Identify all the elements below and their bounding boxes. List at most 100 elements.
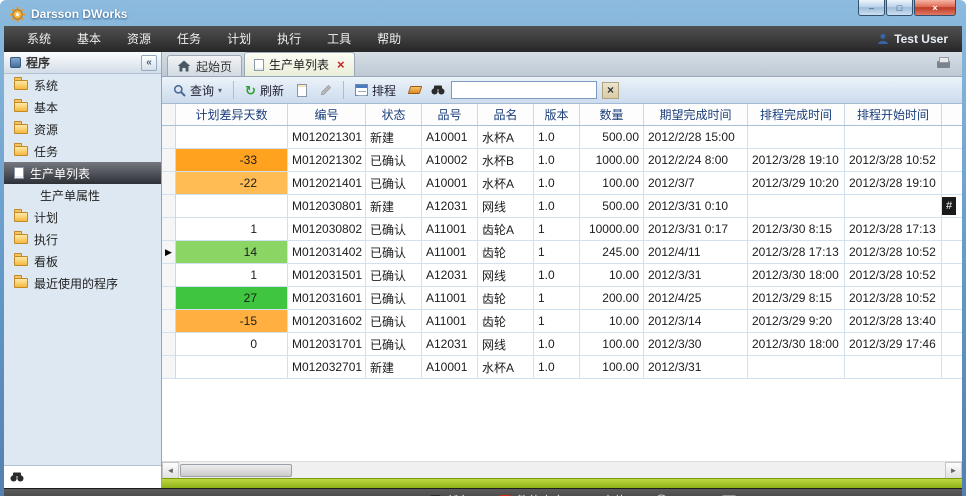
sidebar-item[interactable]: 任务 [4, 140, 161, 162]
cell-qty[interactable]: 1000.00 [580, 149, 644, 172]
cell-ver[interactable]: 1.0 [534, 264, 580, 287]
cell-end[interactable]: 2012/3/30 18:00 [748, 333, 845, 356]
cell-qty[interactable]: 500.00 [580, 195, 644, 218]
cell-status[interactable]: 已确认 [366, 241, 422, 264]
cell-code[interactable]: M012031402 [288, 241, 366, 264]
query-button[interactable]: 查询 ▾ [168, 80, 227, 101]
cell-start[interactable]: 2012/3/28 10:52 [845, 241, 942, 264]
column-header[interactable]: 品号 [422, 104, 478, 125]
cell-ver[interactable]: 1 [534, 241, 580, 264]
cell-diff[interactable]: 0 [176, 333, 288, 356]
cell-status[interactable]: 已确认 [366, 172, 422, 195]
cell-item[interactable]: A12031 [422, 195, 478, 218]
collapse-sidebar-button[interactable]: « [141, 55, 157, 71]
cell-code[interactable]: M012021301 [288, 126, 366, 149]
grid-search-input[interactable] [451, 81, 597, 99]
table-row[interactable]: 1M012031501已确认A12031网线1.010.002012/3/312… [162, 264, 962, 287]
cell-start[interactable]: 2012/3/28 10:52 [845, 149, 942, 172]
sidebar-filter-input[interactable] [29, 469, 184, 485]
sidebar-item[interactable]: 执行 [4, 228, 161, 250]
cell-expect[interactable]: 2012/3/31 [644, 356, 748, 379]
cell-diff[interactable]: 27 [176, 287, 288, 310]
menu-item[interactable]: 基本 [64, 26, 114, 52]
cell-diff[interactable] [176, 195, 288, 218]
sidebar-item[interactable]: 生产单列表 [4, 162, 161, 184]
maximize-button[interactable]: □ [886, 0, 913, 16]
cell-name[interactable]: 水杯A [478, 172, 534, 195]
cell-extra[interactable] [942, 310, 962, 333]
sidebar-item[interactable]: 最近使用的程序 [4, 272, 161, 294]
cell-status[interactable]: 已确认 [366, 287, 422, 310]
column-header[interactable]: 状态 [366, 104, 422, 125]
column-header[interactable]: 编号 [288, 104, 366, 125]
cell-extra[interactable] [942, 218, 962, 241]
cell-ver[interactable]: 1.0 [534, 195, 580, 218]
cell-extra[interactable] [942, 149, 962, 172]
cell-name[interactable]: 水杯A [478, 356, 534, 379]
cell-start[interactable]: 2012/3/29 17:46 [845, 333, 942, 356]
cell-qty[interactable]: 10000.00 [580, 218, 644, 241]
cell-start[interactable]: 2012/3/28 10:52 [845, 287, 942, 310]
cell-qty[interactable]: 100.00 [580, 333, 644, 356]
minimize-button[interactable]: – [858, 0, 885, 16]
cell-item[interactable]: A11001 [422, 218, 478, 241]
cell-expect[interactable]: 2012/3/31 [644, 264, 748, 287]
cell-end[interactable]: 2012/3/28 17:13 [748, 241, 845, 264]
cell-expect[interactable]: 2012/3/31 0:17 [644, 218, 748, 241]
cell-name[interactable]: 网线 [478, 195, 534, 218]
table-row[interactable]: 0M012031701已确认A12031网线1.0100.002012/3/30… [162, 333, 962, 356]
cell-status[interactable]: 新建 [366, 126, 422, 149]
scroll-left-button[interactable]: ◄ [162, 462, 179, 479]
cell-diff[interactable]: 1 [176, 218, 288, 241]
menu-item[interactable]: 资源 [114, 26, 164, 52]
column-header[interactable]: 排程开始时间 [845, 104, 942, 125]
cell-start[interactable] [845, 195, 942, 218]
sidebar-item[interactable]: 生产单属性 [4, 184, 161, 206]
cell-end[interactable]: 2012/3/29 9:20 [748, 310, 845, 333]
cell-name[interactable]: 水杯A [478, 126, 534, 149]
menu-item[interactable]: 任务 [164, 26, 214, 52]
table-row[interactable]: 1M012030802已确认A11001齿轮A110000.002012/3/3… [162, 218, 962, 241]
cell-start[interactable] [845, 356, 942, 379]
cell-code[interactable]: M012031501 [288, 264, 366, 287]
scrollbar-thumb[interactable] [180, 464, 292, 477]
cell-status[interactable]: 已确认 [366, 149, 422, 172]
table-row[interactable]: -33M012021302已确认A10002水杯B1.01000.002012/… [162, 149, 962, 172]
cell-code[interactable]: M012031701 [288, 333, 366, 356]
table-row[interactable]: 27M012031601已确认A11001齿轮1200.002012/4/252… [162, 287, 962, 310]
cell-diff[interactable]: -15 [176, 310, 288, 333]
cell-item[interactable]: A10001 [422, 356, 478, 379]
cell-extra[interactable] [942, 264, 962, 287]
cell-extra[interactable] [942, 356, 962, 379]
cell-ver[interactable]: 1.0 [534, 356, 580, 379]
cell-status[interactable]: 已确认 [366, 333, 422, 356]
close-tab-icon[interactable]: × [337, 58, 345, 71]
cell-code[interactable]: M012031602 [288, 310, 366, 333]
menu-item[interactable]: 帮助 [364, 26, 414, 52]
table-row[interactable]: -22M012021401已确认A10001水杯A1.0100.002012/3… [162, 172, 962, 195]
menu-item[interactable]: 执行 [264, 26, 314, 52]
menu-item[interactable]: 系统 [14, 26, 64, 52]
cell-item[interactable]: A10001 [422, 172, 478, 195]
cell-status[interactable]: 新建 [366, 195, 422, 218]
sidebar-item[interactable]: 基本 [4, 96, 161, 118]
cell-diff[interactable] [176, 126, 288, 149]
schedule-button[interactable]: 排程 [350, 80, 401, 101]
cell-item[interactable]: A12031 [422, 333, 478, 356]
sidebar-item[interactable]: 系统 [4, 74, 161, 96]
cell-start[interactable]: 2012/3/28 13:40 [845, 310, 942, 333]
cell-end[interactable] [748, 126, 845, 149]
cell-name[interactable]: 水杯B [478, 149, 534, 172]
cell-item[interactable]: A10002 [422, 149, 478, 172]
column-header[interactable]: 计划差异天数 [176, 104, 288, 125]
sidebar-item[interactable]: 看板 [4, 250, 161, 272]
column-header[interactable]: 版本 [534, 104, 580, 125]
cell-extra[interactable] [942, 241, 962, 264]
cell-code[interactable]: M012030801 [288, 195, 366, 218]
cell-ver[interactable]: 1 [534, 287, 580, 310]
cell-qty[interactable]: 500.00 [580, 126, 644, 149]
user-indicator[interactable]: Test User [877, 32, 952, 46]
cell-code[interactable]: M012031601 [288, 287, 366, 310]
cell-status[interactable]: 已确认 [366, 264, 422, 287]
cell-item[interactable]: A12031 [422, 264, 478, 287]
